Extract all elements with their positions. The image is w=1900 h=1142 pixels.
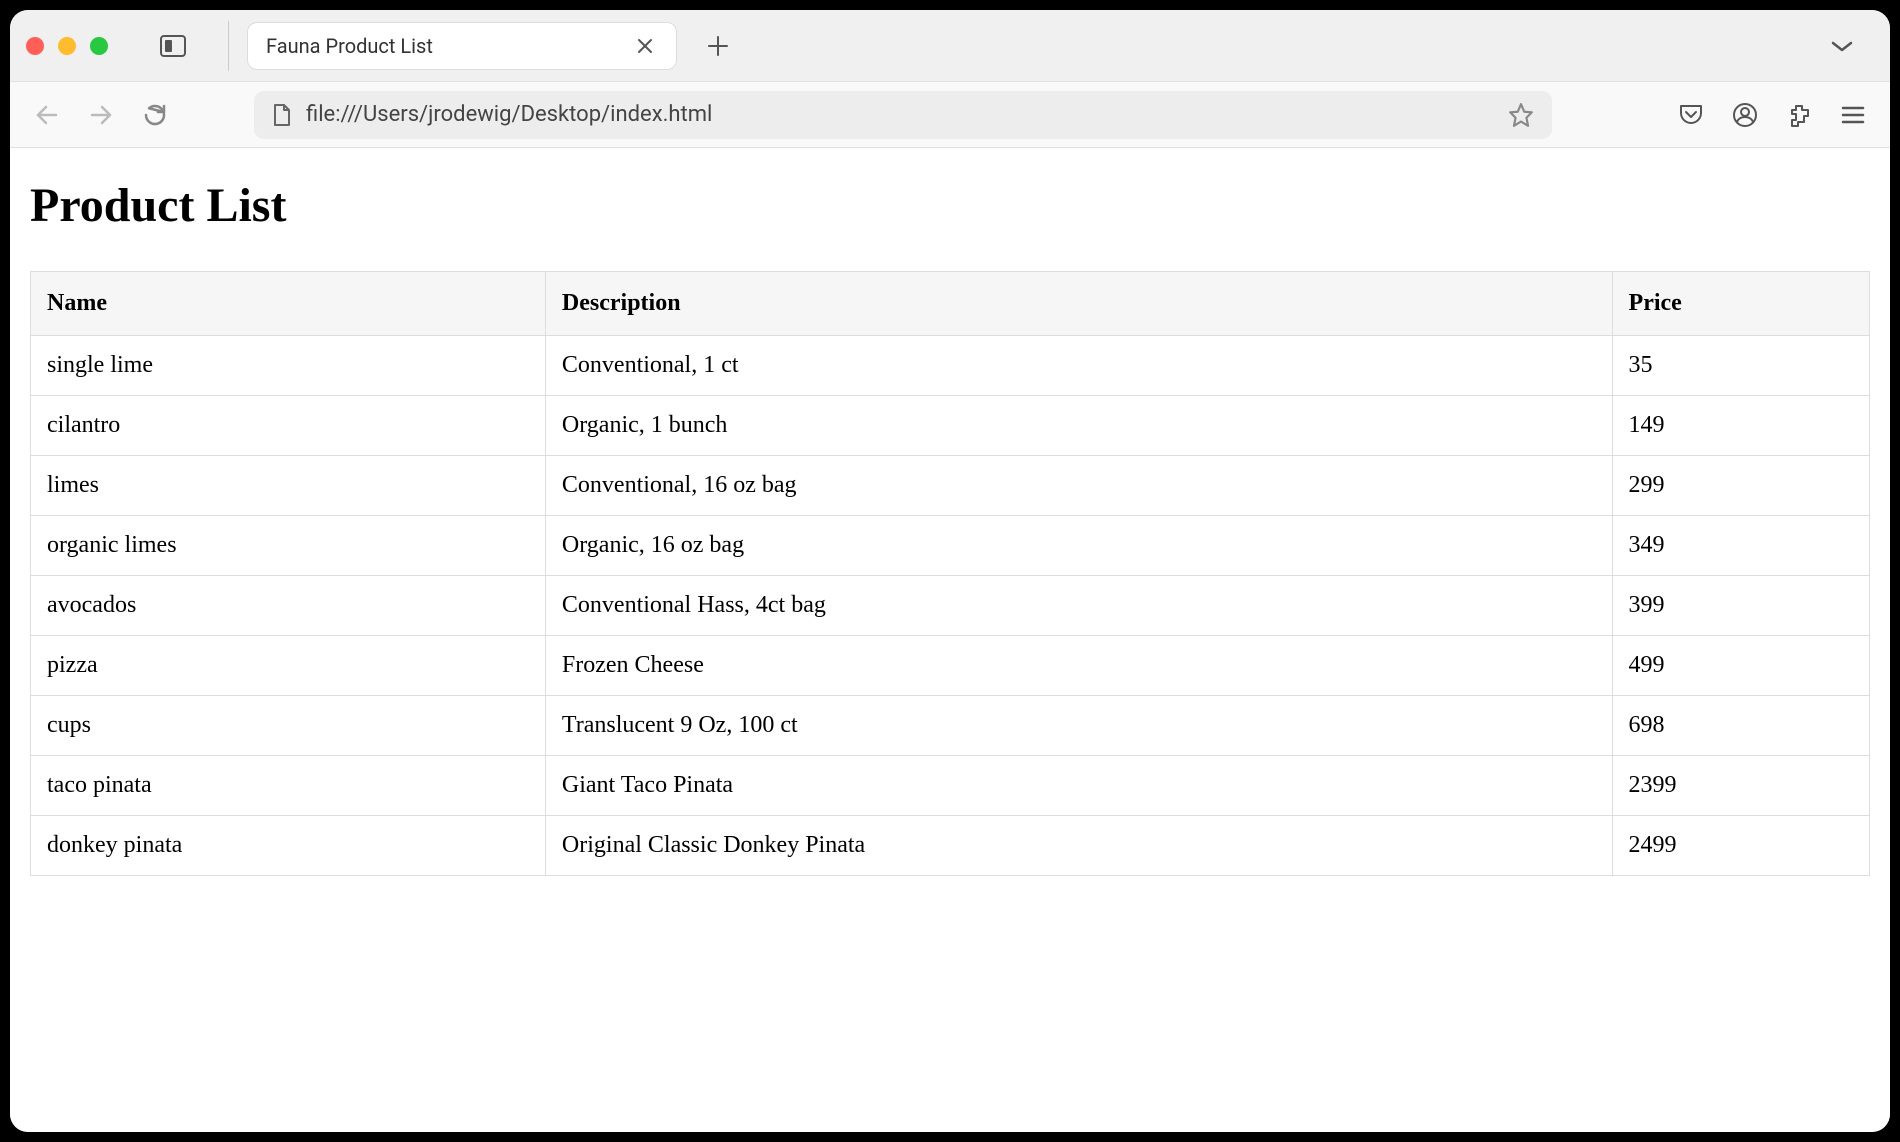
forward-button[interactable]	[86, 100, 116, 130]
page-title: Product List	[30, 178, 1870, 233]
tab-separator	[228, 21, 229, 71]
menu-icon[interactable]	[1838, 100, 1868, 130]
column-header-price: Price	[1612, 272, 1869, 336]
tab-bar: Fauna Product List	[10, 10, 1890, 82]
table-row: single limeConventional, 1 ct35	[31, 336, 1870, 396]
table-row: avocadosConventional Hass, 4ct bag399	[31, 576, 1870, 636]
cell-description: Original Classic Donkey Pinata	[545, 816, 1612, 876]
browser-tab[interactable]: Fauna Product List	[247, 22, 677, 70]
cell-description: Translucent 9 Oz, 100 ct	[545, 696, 1612, 756]
cell-name: taco pinata	[31, 756, 546, 816]
cell-description: Conventional Hass, 4ct bag	[545, 576, 1612, 636]
table-row: donkey pinataOriginal Classic Donkey Pin…	[31, 816, 1870, 876]
cell-price: 499	[1612, 636, 1869, 696]
cell-name: cilantro	[31, 396, 546, 456]
tabs-dropdown-icon[interactable]	[1810, 39, 1874, 53]
bookmark-star-icon[interactable]	[1508, 102, 1534, 128]
cell-price: 349	[1612, 516, 1869, 576]
product-table: Name Description Price single limeConven…	[30, 271, 1870, 876]
pocket-icon[interactable]	[1676, 100, 1706, 130]
minimize-window-button[interactable]	[58, 37, 76, 55]
reload-button[interactable]	[140, 100, 170, 130]
cell-description: Organic, 16 oz bag	[545, 516, 1612, 576]
window-controls	[26, 37, 108, 55]
cell-price: 2499	[1612, 816, 1869, 876]
tab-title: Fauna Product List	[266, 34, 622, 58]
cell-name: single lime	[31, 336, 546, 396]
cell-description: Giant Taco Pinata	[545, 756, 1612, 816]
url-bar[interactable]: file:///Users/jrodewig/Desktop/index.htm…	[254, 91, 1552, 139]
cell-description: Conventional, 16 oz bag	[545, 456, 1612, 516]
cell-description: Frozen Cheese	[545, 636, 1612, 696]
url-text: file:///Users/jrodewig/Desktop/index.htm…	[306, 102, 1494, 127]
column-header-name: Name	[31, 272, 546, 336]
new-tab-button[interactable]	[687, 35, 749, 57]
cell-description: Conventional, 1 ct	[545, 336, 1612, 396]
extensions-icon[interactable]	[1784, 100, 1814, 130]
cell-name: donkey pinata	[31, 816, 546, 876]
cell-name: organic limes	[31, 516, 546, 576]
table-row: cupsTranslucent 9 Oz, 100 ct698	[31, 696, 1870, 756]
cell-name: cups	[31, 696, 546, 756]
cell-description: Organic, 1 bunch	[545, 396, 1612, 456]
file-icon	[272, 103, 292, 127]
maximize-window-button[interactable]	[90, 37, 108, 55]
table-row: cilantroOrganic, 1 bunch149	[31, 396, 1870, 456]
column-header-description: Description	[545, 272, 1612, 336]
table-row: taco pinataGiant Taco Pinata2399	[31, 756, 1870, 816]
table-row: organic limesOrganic, 16 oz bag349	[31, 516, 1870, 576]
page-content: Product List Name Description Price sing…	[10, 148, 1890, 1132]
cell-price: 399	[1612, 576, 1869, 636]
sidebar-toggle-icon[interactable]	[158, 31, 188, 61]
cell-name: pizza	[31, 636, 546, 696]
cell-price: 149	[1612, 396, 1869, 456]
cell-price: 299	[1612, 456, 1869, 516]
cell-name: avocados	[31, 576, 546, 636]
toolbar: file:///Users/jrodewig/Desktop/index.htm…	[10, 82, 1890, 148]
cell-price: 35	[1612, 336, 1869, 396]
table-row: limesConventional, 16 oz bag299	[31, 456, 1870, 516]
cell-price: 698	[1612, 696, 1869, 756]
cell-price: 2399	[1612, 756, 1869, 816]
table-header-row: Name Description Price	[31, 272, 1870, 336]
browser-window: Fauna Product List	[10, 10, 1890, 1132]
close-tab-icon[interactable]	[632, 37, 658, 55]
account-icon[interactable]	[1730, 100, 1760, 130]
back-button[interactable]	[32, 100, 62, 130]
cell-name: limes	[31, 456, 546, 516]
close-window-button[interactable]	[26, 37, 44, 55]
table-row: pizzaFrozen Cheese499	[31, 636, 1870, 696]
